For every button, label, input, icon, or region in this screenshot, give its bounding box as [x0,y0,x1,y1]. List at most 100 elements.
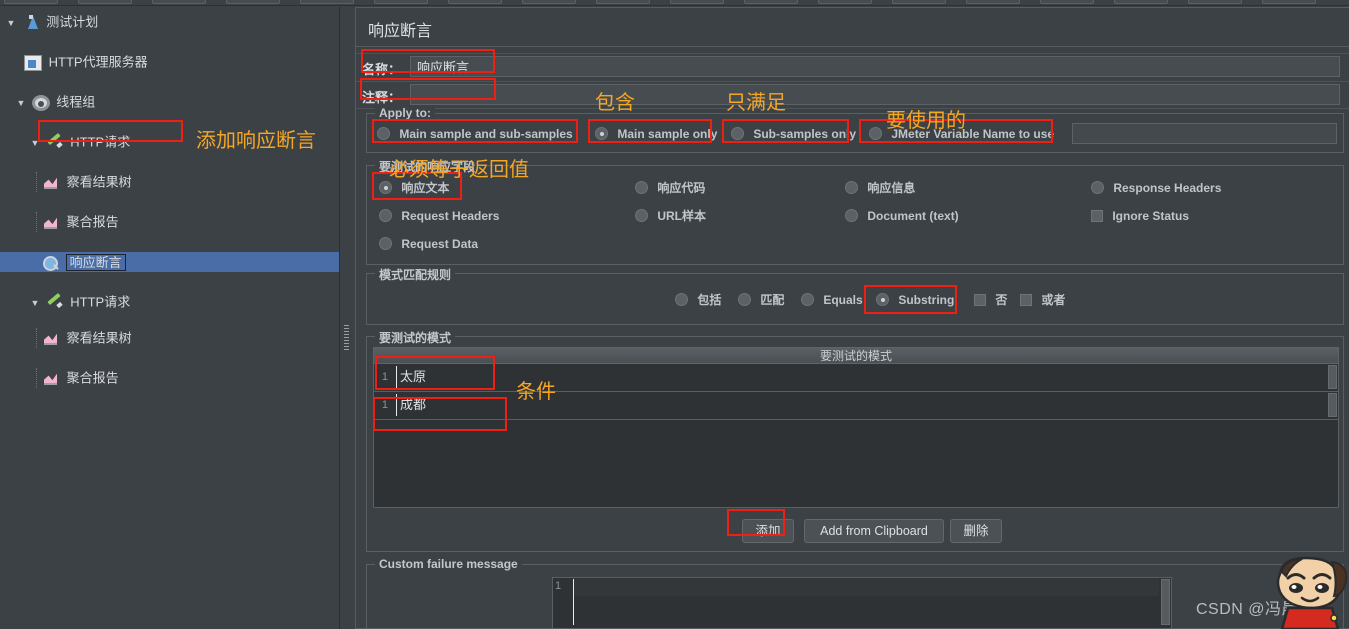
divider-grip[interactable] [344,325,349,351]
toolbar-button[interactable] [670,0,724,4]
option-label: 响应信息 [867,181,916,195]
chevron-down-icon[interactable]: ▼ [14,93,28,113]
radio-icon[interactable] [738,293,751,306]
toolbar-button[interactable] [152,0,206,4]
tree-item-aggregate-report-2[interactable]: 聚合报告 [0,368,339,388]
comment-label: 注释： [362,90,402,105]
jmeter-variable-name-input[interactable] [1072,123,1337,144]
radio-main-sample-and-sub-samples[interactable]: Main sample and sub-samples [377,126,573,142]
toolbar-button[interactable] [448,0,502,4]
toolbar-button[interactable] [892,0,946,4]
toolbar-button[interactable] [1114,0,1168,4]
tree-item-http-request-2[interactable]: ▼ HTTP请求 [0,292,339,312]
toolbar-button[interactable] [300,0,354,4]
delete-button[interactable]: 删除 [950,519,1002,543]
radio-main-sample-only[interactable]: Main sample only [595,126,717,142]
annotation-contains: 包含 [595,90,635,114]
radio-icon[interactable] [379,181,392,194]
pattern-value[interactable]: 成都 [400,392,426,418]
comment-row: 注释： [362,84,1342,107]
chevron-down-icon[interactable]: ▼ [28,293,42,313]
radio-document-text[interactable]: Document (text) [845,208,959,224]
radio-icon[interactable] [635,181,648,194]
radio-icon[interactable] [379,209,392,222]
toolbar-button[interactable] [818,0,872,4]
toolbar-button[interactable] [78,0,132,4]
jmeter-window: ▼ 测试计划 HTTP代理服务器 ▼ 线程组 ▼ HTTP请求 察看结果树 聚合… [0,0,1349,629]
radio-response-headers[interactable]: Response Headers [1091,180,1221,196]
toolbar-button[interactable] [1262,0,1316,4]
patterns-group-title: 要测试的模式 [375,329,456,346]
radio-icon[interactable] [731,127,744,140]
radio-request-headers[interactable]: Request Headers [379,208,499,224]
radio-request-data[interactable]: Request Data [379,236,478,252]
tree-item-thread-group[interactable]: ▼ 线程组 [0,92,339,112]
radio-contains[interactable]: 包括 [675,292,721,308]
title-separator [356,46,1349,47]
checkbox-icon[interactable] [1020,294,1032,306]
tree-item-aggregate-report-1[interactable]: 聚合报告 [0,212,339,232]
checkbox-or[interactable]: 或者 [1020,292,1065,308]
pattern-value[interactable]: 太原 [400,364,426,390]
radio-matches[interactable]: 匹配 [738,292,784,308]
tree-guide-line [36,328,37,348]
toolbar-button[interactable] [1040,0,1094,4]
radio-icon[interactable] [635,209,648,222]
row-scrollbar[interactable] [1328,393,1337,417]
radio-icon[interactable] [876,293,889,306]
radio-sub-samples-only[interactable]: Sub-samples only [731,126,856,142]
toolbar-button[interactable] [522,0,576,4]
radio-icon[interactable] [801,293,814,306]
custom-failure-message-editor[interactable]: 1 [552,577,1172,628]
radio-icon[interactable] [377,127,390,140]
option-label: Equals [823,293,863,307]
row-number: 1 [381,399,388,411]
toolbar-button[interactable] [966,0,1020,4]
checkbox-not[interactable]: 否 [974,292,1007,308]
tree-item-view-results-tree-1[interactable]: 察看结果树 [0,172,339,192]
add-from-clipboard-button[interactable]: Add from Clipboard [804,519,944,543]
radio-icon[interactable] [1091,181,1104,194]
chevron-down-icon[interactable]: ▼ [28,133,42,153]
tree-item-label: HTTP请求 [70,134,131,150]
add-button[interactable]: 添加 [742,519,794,543]
comment-input[interactable] [410,84,1340,105]
radio-url-sample[interactable]: URL样本 [635,208,706,224]
radio-response-code[interactable]: 响应代码 [635,180,705,196]
pen-icon [46,295,64,311]
row-scrollbar[interactable] [1328,365,1337,389]
text-caret [396,366,397,388]
radio-icon[interactable] [845,209,858,222]
tree-item-test-plan[interactable]: ▼ 测试计划 [0,12,339,32]
checkbox-icon[interactable] [1091,210,1103,222]
radio-substring[interactable]: Substring [876,292,954,308]
tree-item-view-results-tree-2[interactable]: 察看结果树 [0,328,339,348]
radio-icon[interactable] [869,127,882,140]
checkbox-ignore-status[interactable]: Ignore Status [1091,208,1189,224]
toolbar-button[interactable] [1188,0,1242,4]
radio-icon[interactable] [595,127,608,140]
radio-icon[interactable] [675,293,688,306]
split-pane-divider[interactable] [341,7,353,629]
name-input[interactable]: 响应断言 [410,56,1340,77]
option-label: Substring [898,293,955,307]
tree-item-response-assertion[interactable]: 响应断言 [0,252,339,272]
test-plan-tree[interactable]: ▼ 测试计划 HTTP代理服务器 ▼ 线程组 ▼ HTTP请求 察看结果树 聚合… [0,7,340,629]
radio-response-message[interactable]: 响应信息 [845,180,915,196]
chevron-down-icon[interactable]: ▼ [4,13,18,33]
radio-icon[interactable] [845,181,858,194]
toolbar-button[interactable] [374,0,428,4]
checkbox-icon[interactable] [974,294,986,306]
toolbar-button[interactable] [596,0,650,4]
annotation-condition: 条件 [516,379,556,403]
toolbar-button[interactable] [744,0,798,4]
toolbar-button[interactable] [226,0,280,4]
patterns-empty-area[interactable] [373,420,1339,508]
tree-item-http-proxy-server[interactable]: HTTP代理服务器 [0,52,339,72]
gear-icon [31,94,50,111]
editor-scrollbar[interactable] [1161,579,1170,625]
toolbar-button[interactable] [4,0,58,4]
radio-response-text[interactable]: 响应文本 [379,180,449,196]
radio-icon[interactable] [379,237,392,250]
radio-equals[interactable]: Equals [801,292,863,308]
